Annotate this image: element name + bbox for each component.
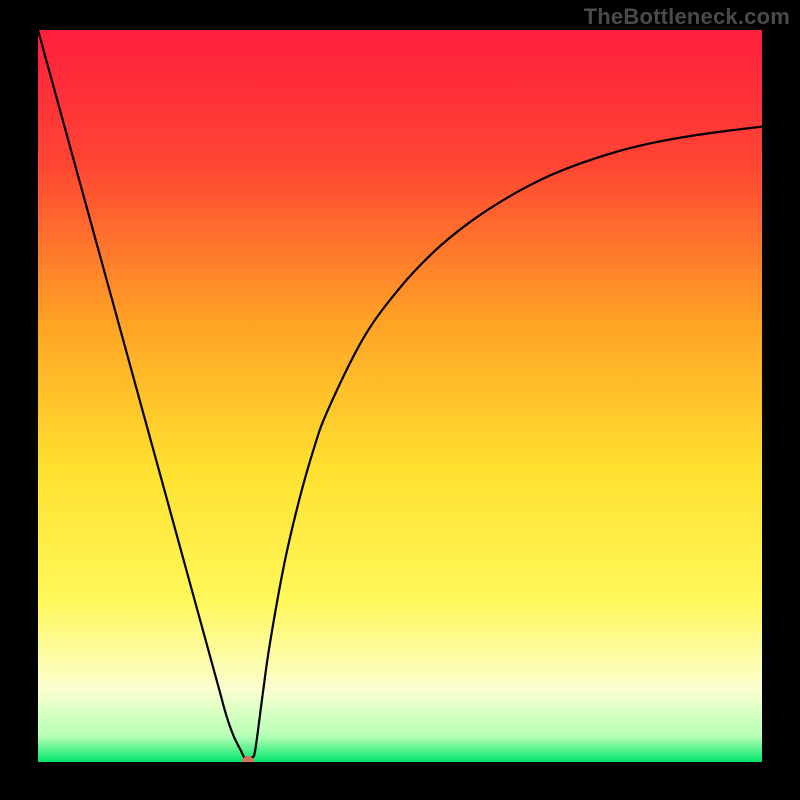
watermark-text: TheBottleneck.com bbox=[584, 4, 790, 30]
plot-area bbox=[38, 30, 762, 762]
chart-svg bbox=[38, 30, 762, 762]
gradient-background bbox=[38, 30, 762, 762]
chart-frame: TheBottleneck.com bbox=[0, 0, 800, 800]
